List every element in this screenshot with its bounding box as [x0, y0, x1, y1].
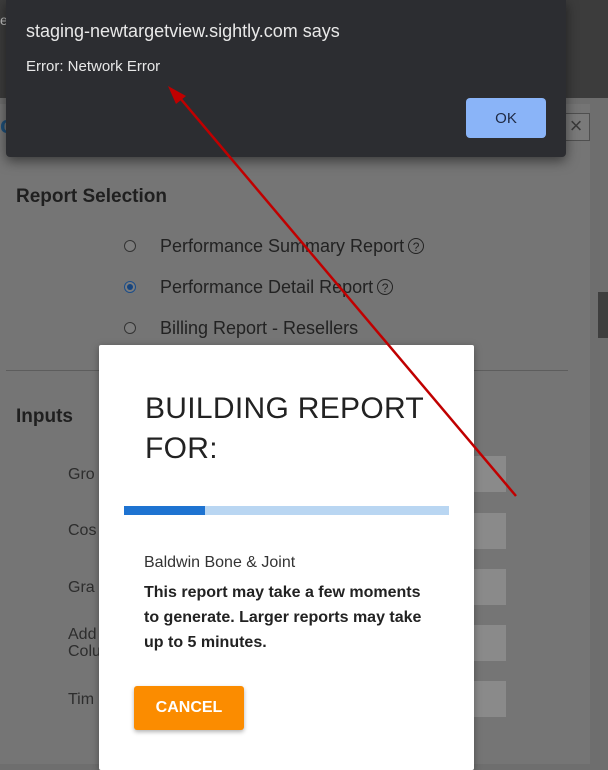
radio-button[interactable] — [124, 322, 136, 334]
ok-button[interactable]: OK — [466, 98, 546, 138]
input-label: Add — [68, 626, 97, 643]
report-option-detail[interactable]: Performance Detail Report ? — [124, 276, 394, 298]
building-report-dialog: BUILDING REPORT FOR: Baldwin Bone & Join… — [99, 345, 474, 770]
client-name: Baldwin Bone & Joint — [144, 554, 296, 571]
input-field[interactable] — [470, 456, 506, 492]
close-icon[interactable]: × — [562, 113, 590, 141]
alert-title: staging-newtargetview.sightly.com says — [26, 21, 340, 41]
report-note: This report may take a few moments to ge… — [144, 584, 422, 651]
report-option-label: Performance Detail Report — [160, 276, 374, 297]
help-icon[interactable]: ? — [408, 238, 425, 254]
report-option-label: Billing Report - Resellers — [160, 317, 359, 338]
input-field[interactable] — [470, 625, 506, 661]
input-field[interactable] — [470, 513, 506, 549]
inputs-title: Inputs — [16, 406, 73, 427]
input-label: Cos — [68, 522, 97, 539]
help-icon[interactable]: ? — [377, 279, 394, 295]
report-selection-title: Report Selection — [16, 186, 167, 207]
dialog-title: BUILDING REPORT FOR: — [145, 392, 424, 465]
report-option-summary[interactable]: Performance Summary Report ? — [124, 235, 425, 257]
input-label: Gro — [68, 466, 95, 483]
side-strip — [598, 292, 608, 338]
alert-message: Error: Network Error — [26, 58, 161, 75]
progress-bar — [124, 506, 449, 515]
input-label: Tim — [68, 691, 95, 708]
radio-button-selected[interactable] — [124, 281, 136, 293]
input-label: Colu — [68, 643, 101, 660]
radio-button[interactable] — [124, 240, 136, 252]
input-label: Gra — [68, 579, 95, 596]
browser-alert-dialog: staging-newtargetview.sightly.com says E… — [6, 0, 566, 157]
cancel-button[interactable]: CANCEL — [134, 686, 244, 730]
report-option-label: Performance Summary Report — [160, 235, 405, 256]
report-option-billing[interactable]: Billing Report - Resellers — [124, 317, 358, 339]
input-field[interactable] — [470, 569, 506, 605]
input-field[interactable] — [470, 681, 506, 717]
progress-fill — [124, 506, 206, 515]
